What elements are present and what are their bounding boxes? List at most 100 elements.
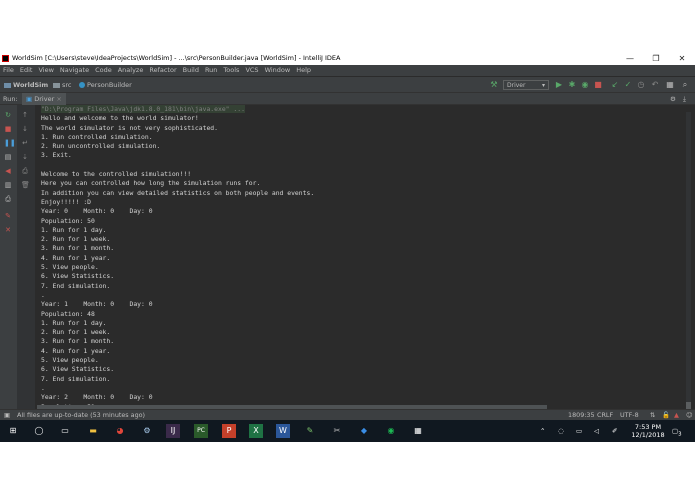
git-icon[interactable]: ⇅: [650, 410, 655, 420]
menu-vcs[interactable]: VCS: [242, 65, 261, 76]
status-toggle-icon[interactable]: ▣: [4, 410, 10, 420]
calculator-icon[interactable]: ▦: [411, 424, 425, 438]
caret-position[interactable]: 1809:35: [568, 410, 595, 420]
pause-icon[interactable]: ❚❚: [4, 140, 16, 147]
chrome-icon[interactable]: ◕: [113, 424, 127, 438]
rerun-icon[interactable]: ↻: [4, 112, 12, 119]
menu-refactor[interactable]: Refactor: [146, 65, 179, 76]
console-line: "D:\Program Files\Java\jdk1.8.0_181\bin\…: [37, 105, 685, 114]
event-log-icon[interactable]: ▲: [674, 410, 679, 420]
scroll-to-end-icon[interactable]: ⇣: [21, 154, 29, 161]
scroll-up-icon[interactable]: ↑: [21, 112, 29, 119]
line-separator[interactable]: CRLF: [597, 410, 613, 420]
pycharm-icon[interactable]: PC: [194, 424, 208, 438]
notepadpp-icon[interactable]: ✎: [303, 424, 317, 438]
console-line: Population: 50: [41, 216, 95, 225]
network-icon[interactable]: ◌: [558, 420, 564, 442]
menu-build[interactable]: Build: [180, 65, 202, 76]
inspector-icon[interactable]: ☺: [686, 410, 693, 420]
clear-all-icon[interactable]: 🗑: [21, 182, 30, 189]
debug-icon[interactable]: ✱: [568, 81, 576, 89]
stop-icon[interactable]: ■: [594, 81, 602, 89]
scroll-down-icon[interactable]: ↓: [21, 126, 29, 133]
tab-driver[interactable]: ▣ Driver ×: [22, 93, 66, 105]
soft-wrap-icon[interactable]: ↵: [21, 140, 29, 147]
notification-icon[interactable]: ▢3: [672, 420, 682, 442]
vcs-commit-icon[interactable]: ✓: [624, 81, 632, 89]
print-icon[interactable]: ⎙: [4, 196, 12, 203]
pin-icon[interactable]: ✎: [4, 213, 12, 220]
search-circle-icon[interactable]: ◯: [32, 424, 46, 438]
project-structure-icon[interactable]: ▦: [666, 81, 674, 89]
lock-icon[interactable]: 🔓: [662, 410, 670, 420]
breadcrumb-class[interactable]: PersonBuilder: [79, 77, 132, 94]
task-view-icon[interactable]: ▭: [58, 424, 72, 438]
console-output[interactable]: "D:\Program Files\Java\jdk1.8.0_181\bin\…: [37, 105, 685, 409]
menu-file[interactable]: File: [0, 65, 17, 76]
history-icon[interactable]: ◷: [637, 81, 645, 89]
print-console-icon[interactable]: ⎙: [21, 168, 29, 175]
breadcrumb-project[interactable]: WorldSim: [4, 77, 48, 94]
console-line: 6. View Statistics.: [41, 365, 115, 374]
console-line: 4. Run for 1 year.: [41, 253, 111, 262]
taskbar-clock[interactable]: 7:53 PM 12/1/2018: [630, 423, 666, 439]
steam-icon[interactable]: ⚙: [140, 424, 154, 438]
file-encoding[interactable]: UTF-8: [620, 410, 639, 420]
powerpoint-icon[interactable]: P: [222, 424, 236, 438]
stop-process-icon[interactable]: ■: [4, 126, 12, 133]
volume-icon[interactable]: ◁: [594, 420, 599, 442]
windows-start-icon[interactable]: ⊞: [6, 424, 20, 438]
intellij-icon: [2, 55, 9, 62]
menu-edit[interactable]: Edit: [17, 65, 36, 76]
run-configuration-select[interactable]: Driver ▾: [503, 80, 549, 90]
breadcrumb-folder[interactable]: src: [53, 77, 72, 94]
snipping-tool-icon[interactable]: ✂: [330, 424, 344, 438]
file-explorer-icon[interactable]: ▬: [86, 424, 100, 438]
menu-tools[interactable]: Tools: [220, 65, 242, 76]
menu-analyze[interactable]: Analyze: [115, 65, 147, 76]
battery-icon[interactable]: ▭: [576, 420, 582, 442]
settings-gear-icon[interactable]: ⚙: [670, 93, 676, 105]
search-icon[interactable]: ⌕: [681, 81, 689, 89]
console-line: Welcome to the controlled simulation!!!: [41, 170, 192, 179]
tray-chevron-icon[interactable]: ⌃: [540, 420, 545, 442]
menu-navigate[interactable]: Navigate: [57, 65, 92, 76]
spotify-icon[interactable]: ◉: [384, 424, 398, 438]
maximize-button[interactable]: ❐: [643, 52, 669, 65]
exit-icon[interactable]: ◀: [4, 168, 12, 175]
folder-icon: [53, 83, 60, 88]
minimize-button[interactable]: —: [617, 52, 643, 65]
tab-close-icon[interactable]: ×: [56, 95, 61, 103]
run-icon[interactable]: ▶: [555, 81, 563, 89]
close-button[interactable]: ✕: [669, 52, 695, 65]
menu-window[interactable]: Window: [262, 65, 294, 76]
menu-help[interactable]: Help: [293, 65, 314, 76]
console-line: The world simulator is not very sophisti…: [41, 123, 218, 132]
console-line: 3. Run for 1 month.: [41, 244, 115, 253]
console-line: Here you can controlled how long the sim…: [41, 179, 261, 188]
menu-code[interactable]: Code: [92, 65, 115, 76]
intellij-taskbar-icon[interactable]: IJ: [166, 424, 180, 438]
console-line: 5. View people.: [41, 356, 99, 365]
menu-run[interactable]: Run: [202, 65, 220, 76]
excel-icon[interactable]: X: [249, 424, 263, 438]
vertical-scrollbar[interactable]: [686, 112, 691, 422]
console-gutter: ↑ ↓ ↵ ⇣ ⎙ 🗑: [17, 105, 35, 422]
pen-icon[interactable]: ✐: [612, 420, 617, 442]
close-run-icon[interactable]: ✕: [4, 227, 12, 234]
console-line: 4. Run for 1 year.: [41, 346, 111, 355]
hide-panel-icon[interactable]: ⤓: [683, 93, 686, 105]
store-icon[interactable]: ◆: [357, 424, 371, 438]
build-icon[interactable]: ⚒: [490, 81, 498, 89]
console-line: 2. Run for 1 week.: [41, 328, 111, 337]
dump-threads-icon[interactable]: ▤: [4, 154, 12, 161]
word-icon[interactable]: W: [276, 424, 290, 438]
vcs-update-icon[interactable]: ↙: [611, 81, 619, 89]
console-line: 2. Run for 1 week.: [41, 235, 111, 244]
project-folder-icon: [4, 83, 11, 88]
revert-icon[interactable]: ↶: [651, 81, 659, 89]
menu-view[interactable]: View: [35, 65, 56, 76]
coverage-icon[interactable]: ◉: [581, 81, 589, 89]
restore-layout-icon[interactable]: ▥: [4, 182, 12, 189]
